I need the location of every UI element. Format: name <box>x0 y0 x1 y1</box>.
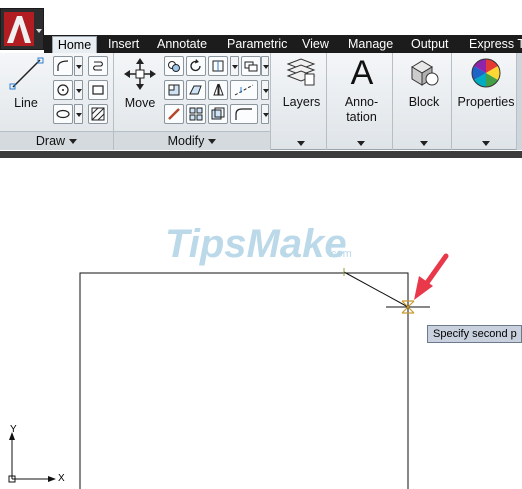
erase-dropdown[interactable] <box>261 56 269 76</box>
modify-title-text: Modify <box>167 134 205 148</box>
erase-icon <box>244 61 258 72</box>
ellipse-dropdown[interactable] <box>74 104 83 124</box>
drawing-geometry <box>8 253 449 489</box>
rubber-band-line <box>343 271 409 308</box>
tab-output[interactable]: Output <box>411 35 449 53</box>
break-icon <box>234 84 254 96</box>
ribbon-separator-band <box>0 151 522 158</box>
annotation-a-icon: A <box>350 54 374 92</box>
stretch-icon <box>189 85 202 95</box>
rotate-icon <box>190 59 201 72</box>
circle-button[interactable] <box>53 80 73 100</box>
line-label: Line <box>14 96 38 110</box>
block-panel[interactable]: Block <box>396 53 452 150</box>
hatch-button[interactable] <box>88 104 108 124</box>
erase-button[interactable] <box>241 56 261 76</box>
stretch-button[interactable] <box>186 80 206 100</box>
ribbon-edge <box>517 53 522 150</box>
properties-panel[interactable]: Properties <box>455 53 517 150</box>
circle-dropdown[interactable] <box>74 80 83 100</box>
tab-insert[interactable]: Insert <box>108 35 139 53</box>
chevron-down-icon <box>297 141 305 146</box>
block-label: Block <box>408 95 440 109</box>
draw-panel: Line Draw <box>0 53 114 150</box>
move-button[interactable]: Move <box>118 56 162 128</box>
tab-home[interactable]: Home <box>52 36 97 54</box>
chevron-down-icon <box>69 139 78 145</box>
tab-view[interactable]: View <box>302 35 329 53</box>
drawn-rectangle <box>79 272 409 489</box>
tab-annotate[interactable]: Annotate <box>157 35 207 53</box>
autocad-logo-icon <box>4 12 42 46</box>
spline-icon <box>92 61 104 71</box>
move-icon <box>124 58 156 90</box>
ucs-axis-icon <box>8 432 56 483</box>
array-button[interactable] <box>186 104 206 124</box>
rotate-button[interactable] <box>186 56 206 76</box>
array-icon <box>189 107 203 121</box>
hatch-icon <box>91 107 105 121</box>
tab-manage[interactable]: Manage <box>348 35 393 53</box>
tab-parametric[interactable]: Parametric <box>227 35 287 53</box>
trim-icon <box>212 60 224 72</box>
layers-label: Layers <box>282 95 321 109</box>
chevron-down-icon <box>357 141 365 146</box>
circle-icon <box>57 84 69 96</box>
line-icon <box>9 57 44 90</box>
mirror-icon <box>168 84 180 96</box>
break-button[interactable] <box>230 80 258 100</box>
block-icon <box>411 60 439 86</box>
color-wheel-icon <box>471 58 501 88</box>
red-arrow-icon <box>414 253 449 300</box>
command-prompt-tooltip: Specify second p <box>427 325 522 343</box>
draw-panel-title[interactable]: Draw <box>0 131 113 150</box>
scale-button[interactable] <box>208 80 228 100</box>
offset-button[interactable] <box>208 104 228 124</box>
fillet-icon <box>235 108 252 120</box>
offset-icon <box>211 107 225 120</box>
copy-button[interactable] <box>164 56 184 76</box>
layers-panel[interactable]: Layers <box>276 53 327 150</box>
scale-icon <box>213 83 224 96</box>
line-button[interactable]: Line <box>4 56 48 128</box>
rectangle-button[interactable] <box>88 80 108 100</box>
ribbon: Line Draw Move Modify Layers A Anno- tat… <box>0 53 522 150</box>
copy-icon <box>168 61 180 72</box>
polyline-icon <box>57 60 69 71</box>
annotation-label-line2: tation <box>346 110 377 124</box>
draw-title-text: Draw <box>35 134 66 148</box>
ucs-x-label: X <box>58 473 65 484</box>
ellipse-icon <box>56 109 70 119</box>
break-dropdown[interactable] <box>261 80 269 100</box>
ucs-y-label: Y <box>10 424 17 435</box>
title-bar <box>0 0 522 35</box>
brush-icon <box>168 108 180 120</box>
spline-button[interactable] <box>88 56 108 76</box>
ribbon-tab-bar: Home Insert Annotate Parametric View Man… <box>44 35 522 54</box>
ellipse-button[interactable] <box>53 104 73 124</box>
chevron-down-icon <box>208 139 217 145</box>
polyline-button[interactable] <box>53 56 73 76</box>
chevron-down-icon <box>420 141 428 146</box>
chevron-down-icon <box>482 141 490 146</box>
annotation-label-line1: Anno- <box>344 95 379 109</box>
trim-button[interactable] <box>208 56 228 76</box>
polyline-dropdown[interactable] <box>74 56 83 76</box>
modify-panel: Move Modify <box>114 53 271 150</box>
properties-label: Properties <box>457 95 515 109</box>
fillet-dropdown[interactable] <box>261 104 269 124</box>
layers-icon <box>286 58 316 86</box>
edit-brush-button[interactable] <box>164 104 184 124</box>
mirror-button[interactable] <box>164 80 184 100</box>
rectangle-icon <box>92 85 104 95</box>
trim-dropdown[interactable] <box>230 56 239 76</box>
tab-express-tools[interactable]: Express To <box>469 35 522 53</box>
move-label: Move <box>124 96 156 110</box>
modify-panel-title[interactable]: Modify <box>114 131 270 150</box>
fillet-button[interactable] <box>230 104 258 124</box>
annotation-panel[interactable]: A Anno- tation <box>330 53 393 150</box>
application-menu-button[interactable] <box>0 8 44 50</box>
